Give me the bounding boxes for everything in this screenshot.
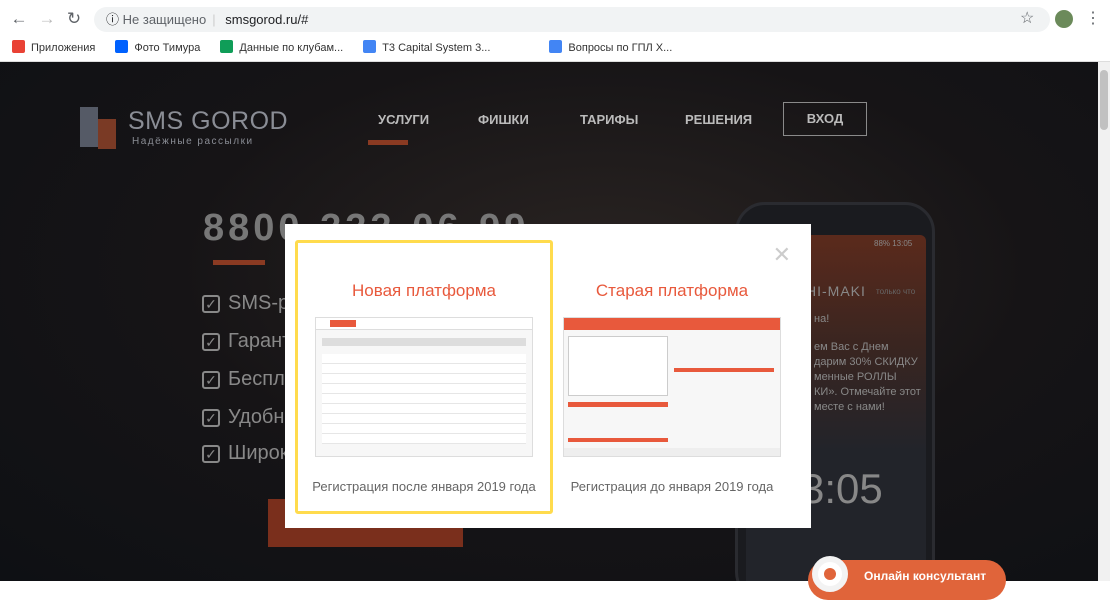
forward-icon[interactable]: → xyxy=(36,9,58,29)
bookmark-icon xyxy=(115,40,129,53)
nav-tariffs[interactable]: ТАРИФЫ xyxy=(580,112,638,127)
back-icon[interactable]: ← xyxy=(8,9,30,29)
logo-title: SMS GOROD xyxy=(128,107,289,135)
url-text: smsgorod.ru/# xyxy=(225,12,309,27)
bookmark-item[interactable]: Приложения xyxy=(12,40,95,54)
new-platform-screenshot xyxy=(315,317,533,457)
chat-icon xyxy=(812,556,848,592)
new-platform-option[interactable]: Новая платформа Регистрация после января… xyxy=(295,240,553,514)
address-bar[interactable]: ⓘ Не защищено | smsgorod.ru/# xyxy=(94,7,1050,32)
old-platform-option[interactable]: Старая платформа Регистрация до января 2… xyxy=(543,240,801,514)
security-label: Не защищено xyxy=(122,12,207,27)
nav-solutions[interactable]: РЕШЕНИЯ xyxy=(685,112,752,127)
feature-item: ✓ Гарант xyxy=(202,330,291,353)
bookmark-icon xyxy=(220,40,234,53)
bookmark-item[interactable] xyxy=(510,40,529,54)
logo-building-icon xyxy=(80,107,120,153)
nav-features[interactable]: ФИШКИ xyxy=(478,112,529,127)
feature-item: ✓ Широк xyxy=(202,442,289,465)
scrollbar[interactable] xyxy=(1098,62,1110,581)
bookmark-icon xyxy=(12,40,25,53)
option-caption: Регистрация до января 2019 года xyxy=(570,479,774,494)
feature-item: ✓ Удобна xyxy=(202,406,296,429)
logo[interactable]: SMS GOROD Надёжные рассылки xyxy=(80,107,288,153)
logo-subtitle: Надёжные рассылки xyxy=(132,136,254,147)
online-consultant-button[interactable]: Онлайн консультант xyxy=(808,556,1006,600)
profile-avatar[interactable] xyxy=(1055,10,1073,28)
option-title: Новая платформа xyxy=(352,281,496,300)
nav-services[interactable]: УСЛУГИ xyxy=(378,112,429,127)
info-icon: ⓘ xyxy=(106,12,120,27)
menu-icon[interactable]: ⋮ xyxy=(1085,8,1101,28)
bookmark-item[interactable]: Данные по клубам... xyxy=(220,40,343,54)
bookmark-icon xyxy=(363,40,377,53)
bookmark-item[interactable]: Фото Тимура xyxy=(115,40,200,54)
bookmarks-bar: Приложения Фото Тимура Данные по клубам...… xyxy=(12,38,672,56)
bookmark-item[interactable]: Вопросы по ГПЛ Х... xyxy=(549,40,672,54)
platform-modal: ✕ Новая платформа Регистрация после янва… xyxy=(285,224,811,528)
feature-item: ✓ Беспла xyxy=(202,368,296,391)
option-caption: Регистрация после января 2019 года xyxy=(312,479,536,494)
bookmark-star-icon[interactable]: ☆ xyxy=(1020,8,1034,28)
bookmark-icon xyxy=(510,40,524,53)
bookmark-item[interactable]: T3 Capital System 3... xyxy=(363,40,490,54)
old-platform-screenshot xyxy=(563,317,781,457)
reload-icon[interactable]: ↻ xyxy=(63,9,85,29)
browser-chrome: ← → ↻ ⓘ Не защищено | smsgorod.ru/# ☆ ⋮ П… xyxy=(0,0,1110,62)
bookmark-icon xyxy=(549,40,563,53)
option-title: Старая платформа xyxy=(595,281,749,300)
login-button[interactable]: ВХОД xyxy=(783,102,867,136)
